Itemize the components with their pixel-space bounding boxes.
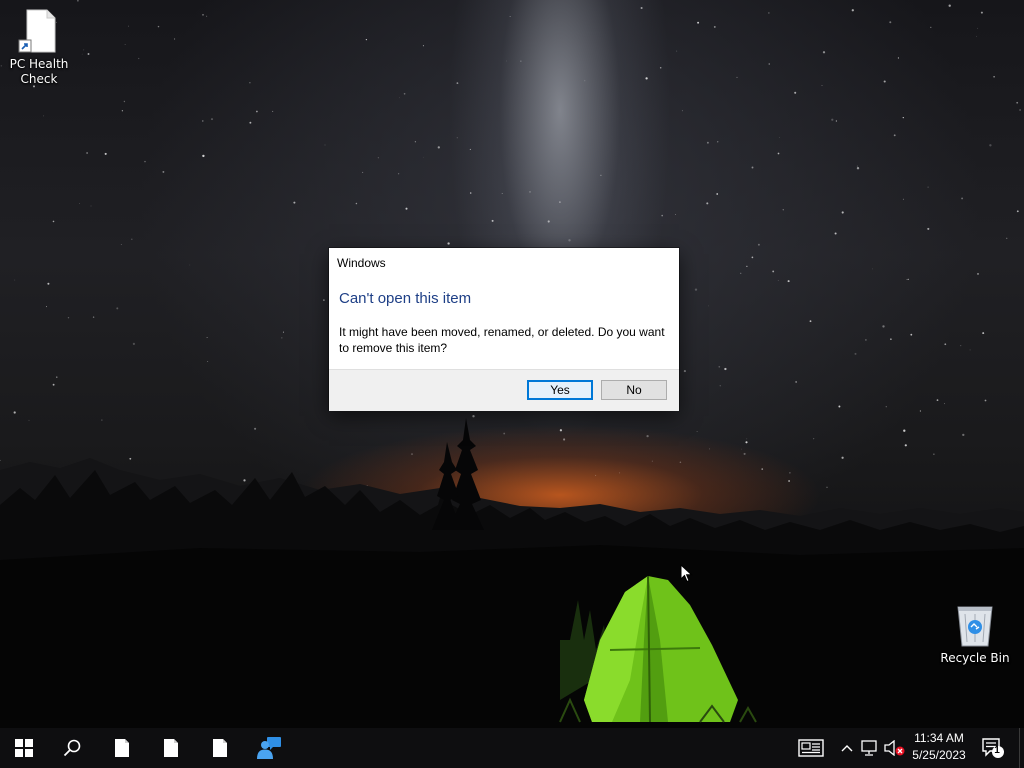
quick-assist-icon — [257, 737, 281, 759]
error-dialog: Windows Can't open this item It might ha… — [329, 248, 679, 411]
show-desktop-button[interactable] — [1019, 728, 1024, 768]
taskbar-quick-assist-button[interactable] — [245, 728, 293, 768]
search-button[interactable] — [48, 728, 96, 768]
news-and-interests-button[interactable] — [795, 728, 827, 768]
mouse-cursor-icon — [680, 564, 693, 583]
chevron-up-icon — [841, 745, 853, 752]
show-hidden-icons-button[interactable] — [838, 728, 856, 768]
action-center-button[interactable]: 1 — [978, 728, 1008, 768]
desktop-icon-label: PC Health Check — [9, 57, 69, 86]
notification-count-badge: 1 — [994, 745, 1000, 756]
desktop[interactable]: PC Health Check Recycle Bin Windows Can'… — [0, 0, 1024, 728]
volume-button[interactable] — [883, 728, 907, 768]
search-icon — [63, 739, 81, 757]
taskbar-file-button[interactable] — [196, 728, 244, 768]
news-icon — [798, 739, 824, 757]
dialog-heading: Can't open this item — [339, 290, 472, 307]
desktop-icon-pc-health-check[interactable]: PC Health Check — [1, 8, 77, 87]
yes-button[interactable]: Yes — [527, 380, 593, 400]
taskbar-file-button[interactable] — [98, 728, 146, 768]
start-button[interactable] — [0, 728, 48, 768]
taskbar: 11:34 AM 5/25/2023 1 — [0, 728, 1024, 768]
file-icon — [164, 739, 178, 757]
desktop-icon-label: Recycle Bin — [940, 651, 1010, 665]
recycle-bin-icon — [957, 606, 993, 647]
network-icon — [861, 740, 877, 756]
file-icon — [213, 739, 227, 757]
shortcut-file-icon — [18, 9, 56, 53]
file-icon — [115, 739, 129, 757]
no-button[interactable]: No — [601, 380, 667, 400]
windows-logo-icon — [15, 739, 33, 757]
dialog-footer: Yes No — [329, 369, 679, 411]
taskbar-file-button[interactable] — [147, 728, 195, 768]
clock-time: 11:34 AM — [914, 731, 964, 745]
network-button[interactable] — [860, 728, 880, 768]
volume-muted-icon — [884, 740, 905, 756]
clock-date: 5/25/2023 — [912, 748, 966, 762]
dialog-message: It might have been moved, renamed, or de… — [339, 325, 665, 355]
desktop-icon-recycle-bin[interactable]: Recycle Bin — [937, 602, 1013, 666]
taskbar-clock[interactable]: 11:34 AM 5/25/2023 — [908, 730, 970, 766]
dialog-title: Windows — [337, 256, 386, 270]
